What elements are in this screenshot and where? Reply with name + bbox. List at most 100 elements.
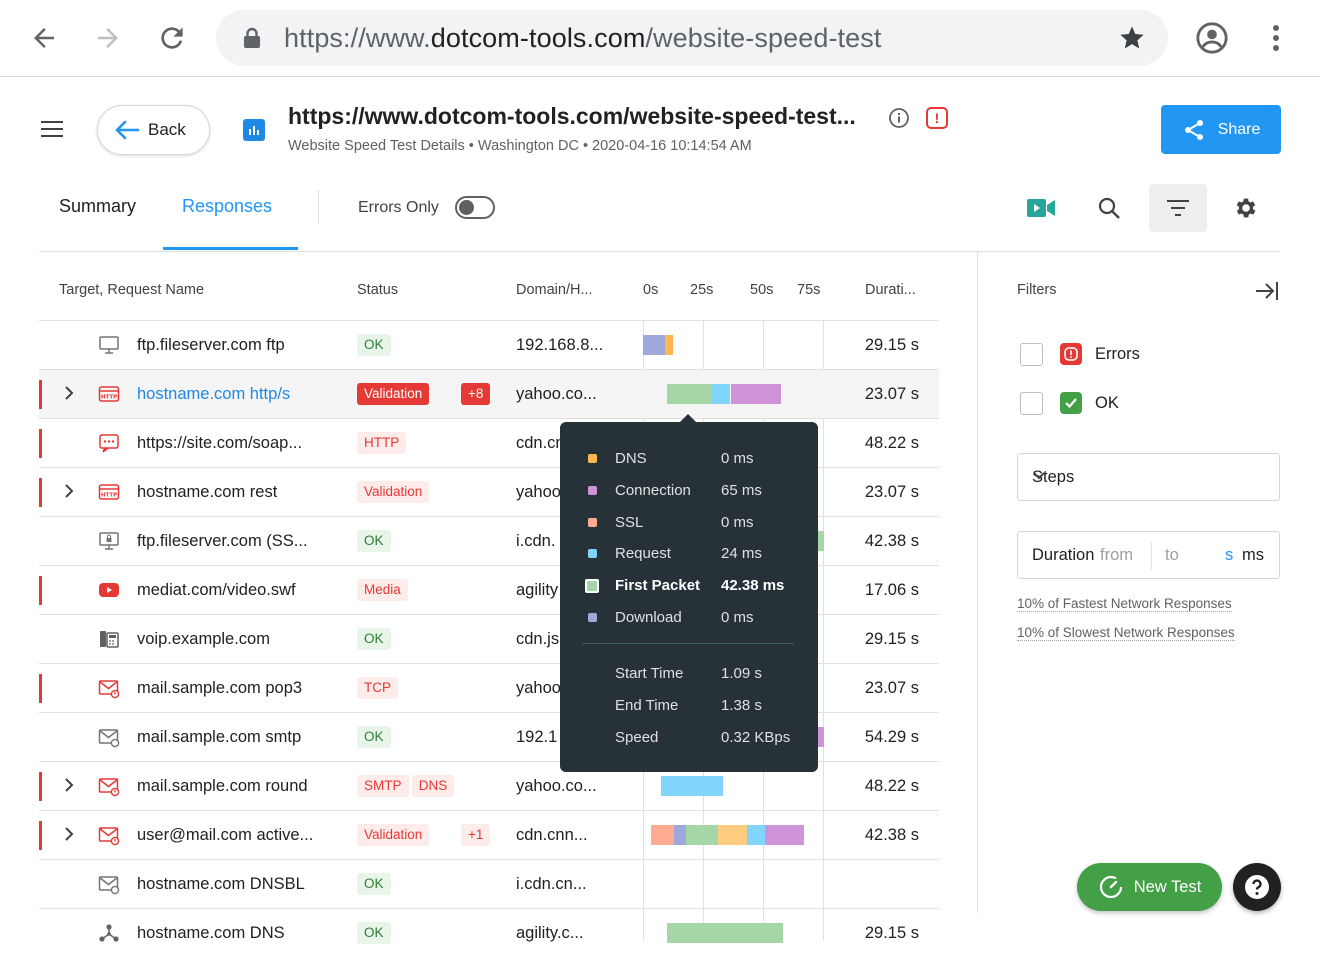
waterfall-segment[interactable] <box>817 531 824 551</box>
table-row[interactable]: ftp.fileserver.com ftp OK 192.168.8... 29.1… <box>39 320 939 369</box>
active-tab-indicator <box>163 247 298 250</box>
error-flag <box>39 478 42 507</box>
request-name: user@mail.com active... <box>137 826 314 844</box>
waterfall-segment[interactable] <box>667 923 783 943</box>
request-name: mail.sample.com smtp <box>137 728 302 746</box>
chart-app-icon <box>243 119 265 141</box>
help-button[interactable] <box>1233 863 1281 911</box>
waterfall-segment[interactable] <box>765 825 804 845</box>
waterfall-segment[interactable] <box>731 384 781 404</box>
share-button[interactable]: Share <box>1161 105 1281 154</box>
request-name[interactable]: hostname.com http/s <box>137 385 290 404</box>
waterfall-segment[interactable] <box>817 727 824 747</box>
unit-ms-option[interactable]: ms <box>1242 546 1264 565</box>
col-header-target[interactable]: Target, Request Name <box>59 282 204 298</box>
reload-icon[interactable] <box>152 18 192 58</box>
domain-cell: i.cdn. <box>516 532 556 550</box>
waterfall-segment[interactable] <box>686 825 718 845</box>
table-row[interactable]: hostname.com DNS OK agility.c... 29.15 s <box>39 908 939 957</box>
status-badge: TCP <box>357 677 398 699</box>
collapse-panel-icon[interactable] <box>1254 280 1280 307</box>
mail-icon <box>98 726 120 748</box>
back-arrow-icon[interactable] <box>24 18 64 58</box>
col-header-status[interactable]: Status <box>357 282 398 298</box>
domain-cell: yahoo <box>516 483 561 501</box>
back-button[interactable]: Back <box>97 105 210 155</box>
waterfall-segment[interactable] <box>643 335 665 355</box>
phase-value: 65 ms <box>721 481 762 499</box>
waterfall-segment[interactable] <box>747 825 765 845</box>
hamburger-menu-icon[interactable] <box>38 116 70 144</box>
table-row[interactable]: hostname.com DNSBL OK i.cdn.cn... <box>39 859 939 908</box>
status-badge: +1 <box>461 824 491 846</box>
ok-filter-checkbox[interactable] <box>1020 392 1043 415</box>
duration-to-input[interactable]: to <box>1165 546 1179 565</box>
table-row[interactable]: user@mail.com active... Validation +1 cdn.c… <box>39 810 939 859</box>
tab-summary[interactable]: Summary <box>59 196 136 217</box>
unit-seconds-option[interactable]: s <box>1225 546 1233 565</box>
waterfall-segment[interactable] <box>661 776 723 796</box>
settings-button[interactable] <box>1217 184 1275 232</box>
search-button[interactable] <box>1080 184 1138 232</box>
ok-filter-label: OK <box>1095 394 1119 412</box>
account-icon[interactable] <box>1192 18 1232 58</box>
address-bar[interactable]: https://www.dotcom-tools.com/website-spe… <box>216 10 1168 66</box>
duration-range-filter: Duration from to s ms <box>1017 531 1280 579</box>
more-vert-icon[interactable] <box>1256 18 1296 58</box>
chevron-right-icon[interactable] <box>63 482 75 505</box>
errors-only-toggle[interactable] <box>455 196 495 219</box>
waterfall-segment[interactable] <box>712 384 730 404</box>
info-icon[interactable] <box>888 107 910 134</box>
waterfall-segment[interactable] <box>667 384 712 404</box>
status-badge: Validation <box>357 824 430 846</box>
timeline-tick-75s: 75s <box>797 282 821 298</box>
phase-label: Connection <box>615 481 691 499</box>
table-row[interactable]: HTTP hostname.com http/s Validation +8 yahoo… <box>39 369 939 418</box>
status-badge: OK <box>357 922 391 944</box>
slowest-responses-link[interactable]: 10% of Slowest Network Responses <box>1017 625 1235 641</box>
new-test-button[interactable]: New Test <box>1077 863 1222 911</box>
tab-responses[interactable]: Responses <box>182 196 272 217</box>
waterfall-segment[interactable] <box>718 825 747 845</box>
waterfall-segment[interactable] <box>674 825 686 845</box>
error-status-icon: ! <box>926 107 948 129</box>
filter-button[interactable] <box>1149 184 1207 232</box>
search-icon <box>1098 197 1120 219</box>
back-label: Back <box>148 120 186 139</box>
status-badge: +8 <box>461 383 491 405</box>
chevron-right-icon[interactable] <box>63 384 75 407</box>
new-test-label: New Test <box>1133 877 1202 896</box>
http-icon: HTTP <box>98 481 120 503</box>
steps-select[interactable]: Steps <box>1017 453 1280 501</box>
status-badge: Media <box>357 579 408 601</box>
domain-cell: cdn.js <box>516 630 560 648</box>
waterfall-segment[interactable] <box>651 825 674 845</box>
error-flag <box>39 576 42 605</box>
domain-cell: i.cdn.cn... <box>516 875 587 893</box>
chevron-right-icon[interactable] <box>63 825 75 848</box>
col-header-duration[interactable]: Durati... <box>865 282 916 298</box>
waterfall-segment[interactable] <box>665 335 673 355</box>
duration-cell: 42.38 s <box>864 532 919 550</box>
error-flag <box>39 380 42 409</box>
chevron-right-icon[interactable] <box>63 776 75 799</box>
forward-arrow-icon[interactable] <box>88 18 128 58</box>
domain-cell: yahoo.co... <box>516 777 597 795</box>
stat-value: 1.38 s <box>721 696 762 714</box>
video-button[interactable] <box>1012 184 1070 232</box>
duration-from-input[interactable]: from <box>1100 546 1133 565</box>
mail-error-icon <box>98 775 120 797</box>
tooltip-stat-row: Speed 0.32 KBps <box>560 726 818 750</box>
errors-filter-checkbox[interactable] <box>1020 343 1043 366</box>
status-badge: DNS <box>411 775 455 797</box>
timeline-tick-0s: 0s <box>643 282 659 298</box>
bookmark-star-icon[interactable] <box>1118 24 1146 57</box>
domain-cell: cdn.cn <box>516 434 565 452</box>
tooltip-row: DNS 0 ms <box>560 447 818 471</box>
fastest-responses-link[interactable]: 10% of Fastest Network Responses <box>1017 596 1232 612</box>
duration-cell: 48.22 s <box>864 777 919 795</box>
request-name: mail.sample.com round <box>137 777 308 795</box>
col-header-domain[interactable]: Domain/H... <box>516 282 593 298</box>
status-badge: Validation <box>357 383 430 405</box>
gear-icon <box>1236 198 1256 218</box>
